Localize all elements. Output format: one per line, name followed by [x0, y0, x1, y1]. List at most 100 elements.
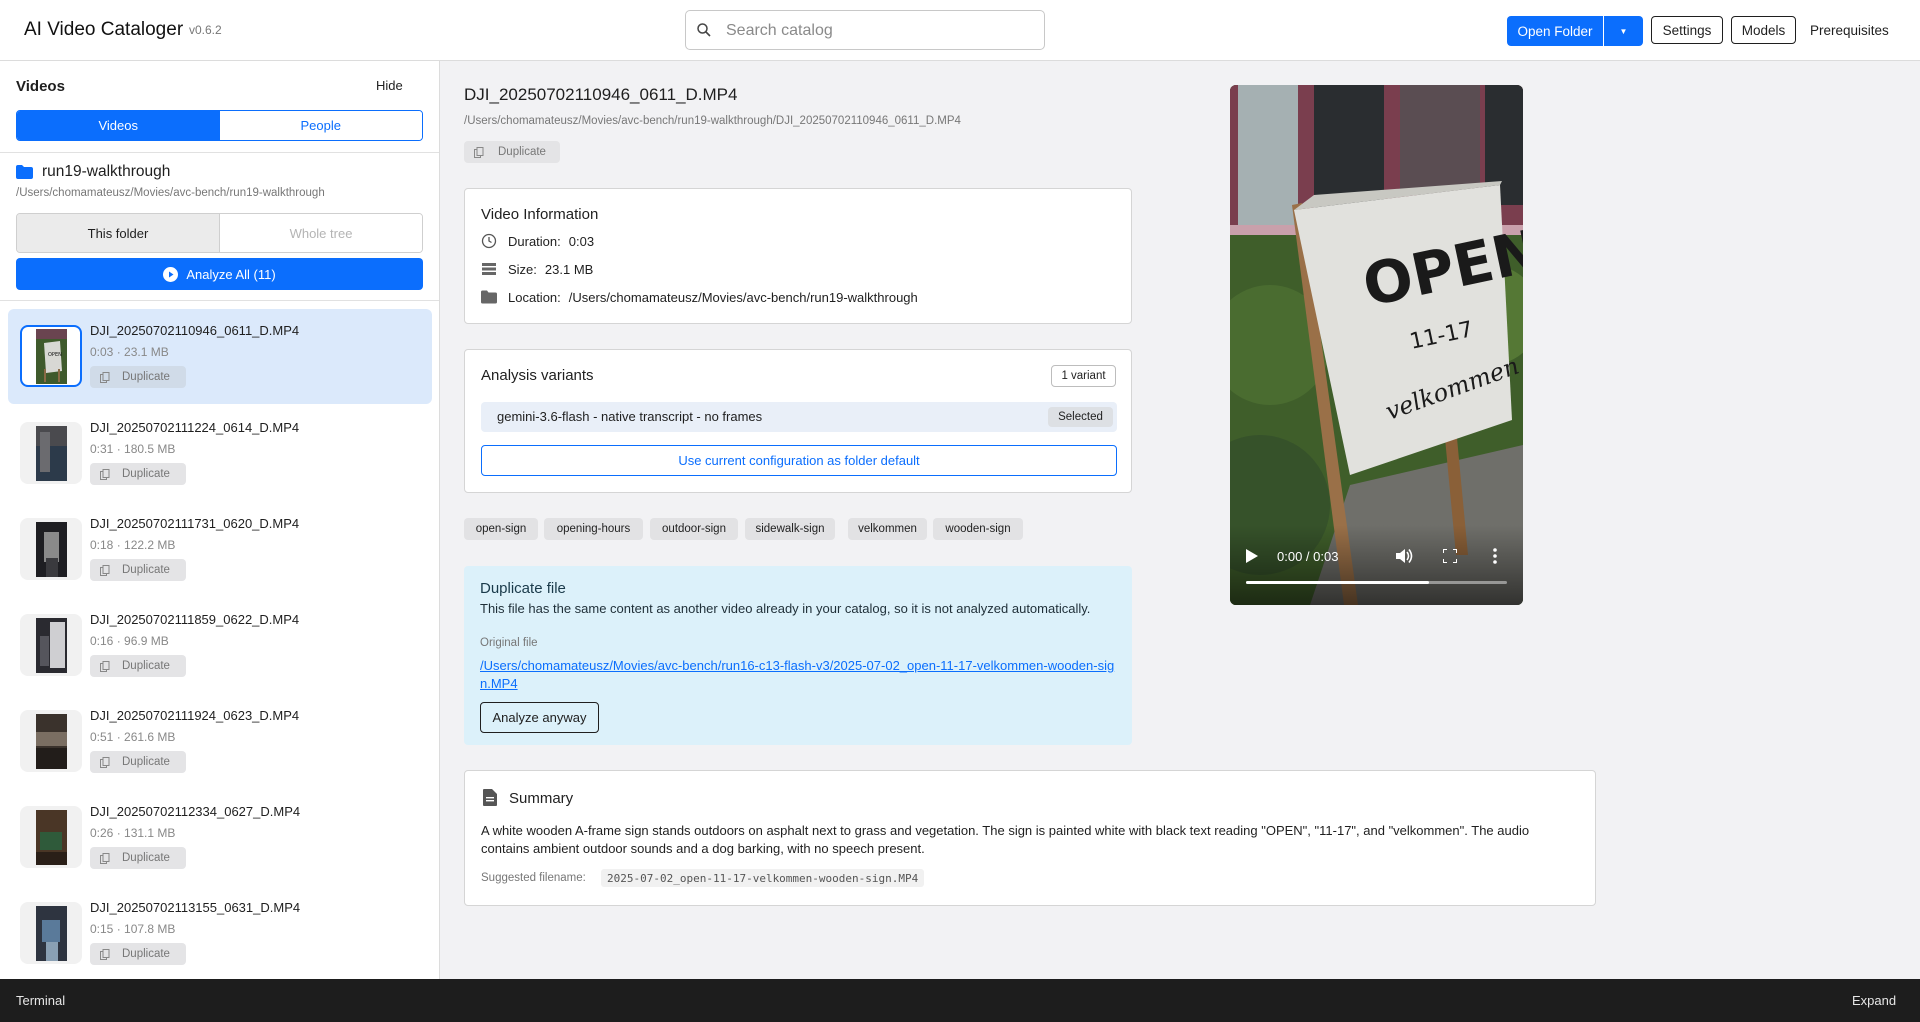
video-thumbnail [20, 614, 82, 676]
duration-label: Duration: [508, 233, 561, 249]
copy-icon [100, 948, 110, 960]
open-folder-dropdown-button[interactable]: ▼ [1604, 16, 1643, 46]
duplicate-badge-label: Duplicate [122, 756, 170, 768]
tab-videos[interactable]: Videos [17, 111, 220, 140]
analyze-all-button[interactable]: Analyze All (11) [16, 258, 423, 290]
fullscreen-icon[interactable] [1443, 549, 1457, 563]
svg-text:OPEN: OPEN [48, 352, 62, 358]
duplicate-badge: Duplicate [464, 141, 560, 163]
search-box[interactable] [685, 10, 1045, 50]
video-name: DJI_20250702113155_0631_D.MP4 [90, 900, 301, 915]
tag: velkommen [848, 518, 927, 540]
sidebar-title: Videos [16, 78, 65, 95]
use-as-folder-default-button[interactable]: Use current configuration as folder defa… [481, 445, 1117, 476]
duplicate-badge-label: Duplicate [122, 371, 170, 383]
variant-count-badge: 1 variant [1051, 365, 1116, 387]
location-row: Location: /Users/chomamateusz/Movies/avc… [481, 289, 918, 305]
prerequisites-button[interactable]: Prerequisites [1810, 16, 1889, 44]
tag: open-sign [464, 518, 538, 540]
original-file-label: Original file [480, 637, 538, 649]
summary-text: A white wooden A-frame sign stands outdo… [481, 823, 1530, 856]
video-name: DJI_20250702111731_0620_D.MP4 [90, 516, 300, 531]
duplicate-badge: Duplicate [90, 751, 186, 773]
duplicate-panel-title: Duplicate file [480, 580, 566, 597]
folder-icon [481, 290, 497, 304]
tab-people[interactable]: People [219, 111, 422, 140]
open-folder-button[interactable]: Open Folder [1507, 16, 1603, 46]
duplicate-badge-label: Duplicate [122, 564, 170, 576]
summary-card: Summary A white wooden A-frame sign stan… [464, 770, 1596, 906]
thumbnail-image [35, 809, 67, 865]
more-options-icon[interactable] [1493, 548, 1497, 564]
analyze-anyway-button[interactable]: Analyze anyway [480, 702, 599, 733]
copy-icon [100, 468, 110, 480]
thumbnail-image [35, 905, 67, 961]
video-list-item[interactable]: DJI_20250702111731_0620_D.MP4 0:18 · 122… [8, 502, 432, 597]
progress-bar[interactable] [1246, 581, 1507, 584]
duplicate-badge: Duplicate [90, 847, 186, 869]
video-thumbnail [20, 422, 82, 484]
duration-row: Duration: 0:03 [481, 233, 594, 249]
duplicate-badge: Duplicate [90, 366, 186, 388]
copy-icon [474, 146, 484, 158]
video-meta: 0:03 · 23.1 MB [90, 345, 169, 359]
size-value: 23.1 MB [544, 261, 594, 277]
file-title: DJI_20250702110946_0611_D.MP4 [464, 85, 738, 104]
thumbnail-image [35, 617, 67, 673]
scope-whole-tree[interactable]: Whole tree [220, 214, 422, 252]
card-title: Analysis variants [481, 367, 594, 384]
original-file-link[interactable]: /Users/chomamateusz/Movies/avc-bench/run… [480, 657, 1120, 693]
play-icon[interactable] [1246, 549, 1258, 563]
terminal-label: Terminal [16, 993, 66, 1008]
variant-row[interactable]: gemini-3.6-flash - native transcript - n… [481, 402, 1117, 432]
size-label: Size: [508, 261, 537, 277]
duplicate-badge: Duplicate [90, 463, 186, 485]
expand-terminal-button[interactable]: Expand [1852, 993, 1896, 1008]
duplicate-panel-text: This file has the same content as anothe… [480, 601, 1091, 616]
video-list-item[interactable]: DJI_20250702111224_0614_D.MP4 0:31 · 180… [8, 406, 432, 501]
video-list-item[interactable]: DJI_20250702112334_0627_D.MP4 0:26 · 131… [8, 790, 432, 885]
hide-sidebar-button[interactable]: Hide [376, 78, 403, 93]
copy-icon [100, 371, 110, 383]
video-name: DJI_20250702111924_0623_D.MP4 [90, 708, 300, 723]
selected-badge: Selected [1048, 407, 1113, 427]
video-thumbnail: OPEN [20, 325, 82, 387]
app-version: v0.6.2 [189, 23, 222, 37]
duplicate-badge-label: Duplicate [122, 948, 170, 960]
settings-button[interactable]: Settings [1651, 16, 1723, 44]
sidebar: Videos Hide Videos People run19-walkthro… [0, 61, 440, 979]
tag: wooden-sign [933, 518, 1023, 540]
duplicate-badge: Duplicate [90, 943, 186, 965]
tag: sidewalk-sign [745, 518, 835, 540]
video-list-item[interactable]: DJI_20250702113155_0631_D.MP4 0:15 · 107… [8, 886, 432, 979]
copy-icon [100, 852, 110, 864]
video-name: DJI_20250702112334_0627_D.MP4 [90, 804, 301, 819]
scope-toggle: This folder Whole tree [16, 213, 423, 253]
folder-icon [16, 165, 33, 179]
storage-icon [482, 263, 496, 275]
card-title: Video Information [481, 206, 599, 223]
models-button[interactable]: Models [1731, 16, 1796, 44]
video-list-item[interactable]: DJI_20250702111924_0623_D.MP4 0:51 · 261… [8, 694, 432, 789]
copy-icon [100, 564, 110, 576]
video-meta: 0:31 · 180.5 MB [90, 442, 176, 456]
analysis-variants-card: Analysis variants 1 variant gemini-3.6-f… [464, 349, 1132, 493]
analyze-all-label: Analyze All (11) [186, 266, 276, 282]
volume-icon[interactable] [1396, 548, 1414, 564]
duplicate-badge: Duplicate [90, 655, 186, 677]
duplicate-badge-label: Duplicate [122, 660, 170, 672]
video-list-item[interactable]: DJI_20250702111859_0622_D.MP4 0:16 · 96.… [8, 598, 432, 693]
search-input[interactable] [726, 19, 1026, 43]
sidebar-tabs: Videos People [16, 110, 423, 141]
video-list-item[interactable]: OPEN DJI_20250702110946_0611_D.MP4 0:03 … [8, 309, 432, 404]
tag: outdoor-sign [650, 518, 738, 540]
duration-value: 0:03 [568, 233, 595, 249]
thumbnail-image [35, 425, 67, 481]
video-player[interactable]: OPEN 11-17 velkommen 0:00 / 0:03 [1230, 85, 1523, 605]
duplicate-badge-label: Duplicate [122, 852, 170, 864]
scope-this-folder[interactable]: This folder [17, 214, 220, 252]
terminal-bar: Terminal Expand [0, 979, 1920, 1022]
file-path: /Users/chomamateusz/Movies/avc-bench/run… [464, 115, 961, 127]
thumbnail-image [35, 713, 67, 769]
divider [0, 152, 439, 153]
